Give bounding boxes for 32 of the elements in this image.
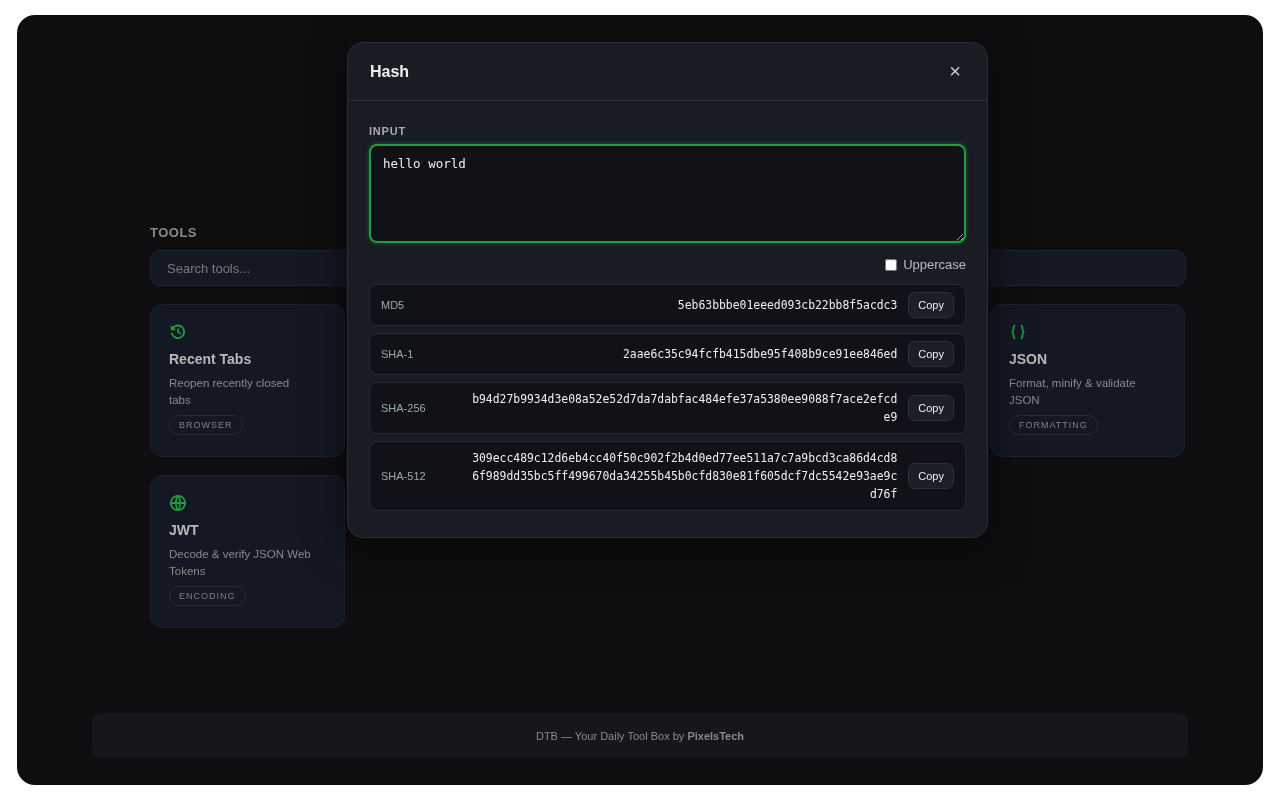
input-field[interactable]: hello world xyxy=(369,144,966,243)
hash-value: b94d27b9934d3e08a52e52d7da7dabfac484efe37a5380ee9088f7ace2efcde9 xyxy=(471,391,898,426)
tool-card[interactable]: JSON Format, minify & validate JSON FORMATTING xyxy=(990,304,1185,457)
copy-button[interactable]: Copy xyxy=(908,292,954,318)
copy-button[interactable]: Copy xyxy=(908,395,954,421)
algorithm-label: SHA-1 xyxy=(381,348,415,360)
hash-value: 5eb63bbbe01eeed093cb22bb8f5acdc3 xyxy=(676,297,898,314)
copy-button[interactable]: Copy xyxy=(908,463,954,489)
tool-card[interactable]: Recent Tabs Reopen recently closed tabs BROWSER xyxy=(150,304,345,457)
tool-card[interactable]: JWT Decode & verify JSON Web Tokens ENCODING xyxy=(150,475,345,628)
card-title: JWT xyxy=(169,522,199,538)
history-icon xyxy=(169,323,187,341)
card-description: Format, minify & validate JSON xyxy=(1009,376,1137,408)
card-title: JSON xyxy=(1009,351,1048,367)
algorithm-label: SHA-256 xyxy=(381,402,427,414)
section-heading: TOOLS xyxy=(150,225,199,240)
card-title: Recent Tabs xyxy=(169,351,252,367)
footer-text: DTB — Your Daily Tool Box by PixelsTech xyxy=(535,729,745,742)
copy-button[interactable]: Copy xyxy=(908,341,954,367)
uppercase-checkbox[interactable] xyxy=(885,258,898,271)
hash-value: 2aae6c35c94fcfb415dbe95f408b9ce91ee846ed xyxy=(622,346,898,363)
algorithm-label: MD5 xyxy=(381,299,406,311)
close-button[interactable]: × xyxy=(945,60,965,83)
field-label: INPUT xyxy=(369,125,407,137)
hash-value: 309ecc489c12d6eb4cc40f50c902f2b4d0ed77ee511a7c7a9bcd3ca86d4cd86f989dd35bc5ff499670da34255b45b0cfd830e81f605dcf7dc5542e93ae9cd76f xyxy=(471,450,898,503)
card-description: Reopen recently closed tabs xyxy=(169,376,291,408)
dialog-title: Hash xyxy=(370,62,410,81)
globe-icon xyxy=(169,494,187,512)
algorithm-label: SHA-512 xyxy=(381,470,427,482)
card-description: Decode & verify JSON Web Tokens xyxy=(169,547,312,579)
braces-icon xyxy=(1009,323,1027,341)
checkbox-label: Uppercase xyxy=(903,257,966,272)
